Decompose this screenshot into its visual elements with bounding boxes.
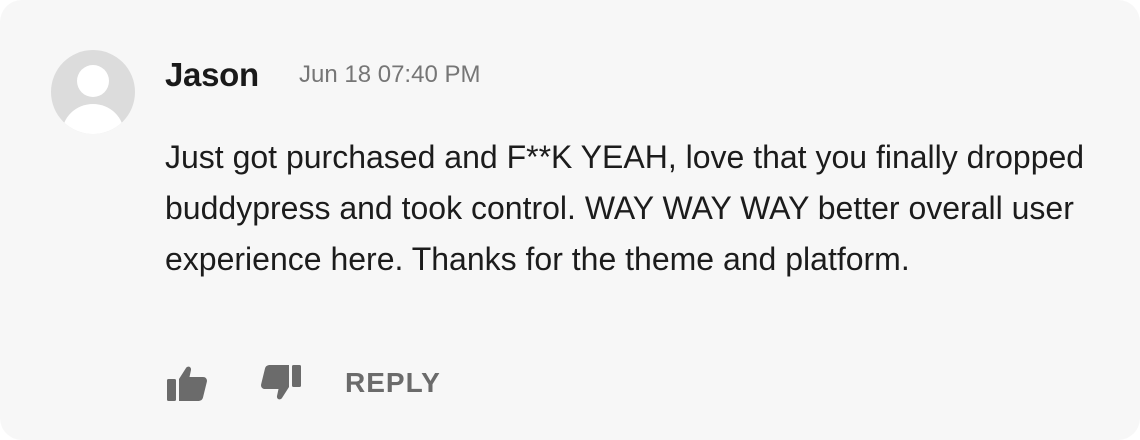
user-placeholder-icon	[62, 65, 124, 134]
comment-author[interactable]: Jason	[165, 54, 259, 96]
thumbs-down-icon	[261, 365, 301, 400]
avatar[interactable]	[51, 50, 135, 134]
comment-card: Jason Jun 18 07:40 PM Just got purchased…	[0, 0, 1140, 440]
thumbs-up-icon	[167, 366, 207, 401]
like-button[interactable]	[165, 361, 209, 405]
reply-button[interactable]: REPLY	[345, 360, 441, 406]
comment-body: Just got purchased and F**K YEAH, love t…	[165, 139, 1085, 277]
dislike-button[interactable]	[259, 361, 303, 405]
comment-timestamp[interactable]: Jun 18 07:40 PM	[299, 60, 480, 90]
comment-actions: REPLY	[165, 360, 441, 406]
